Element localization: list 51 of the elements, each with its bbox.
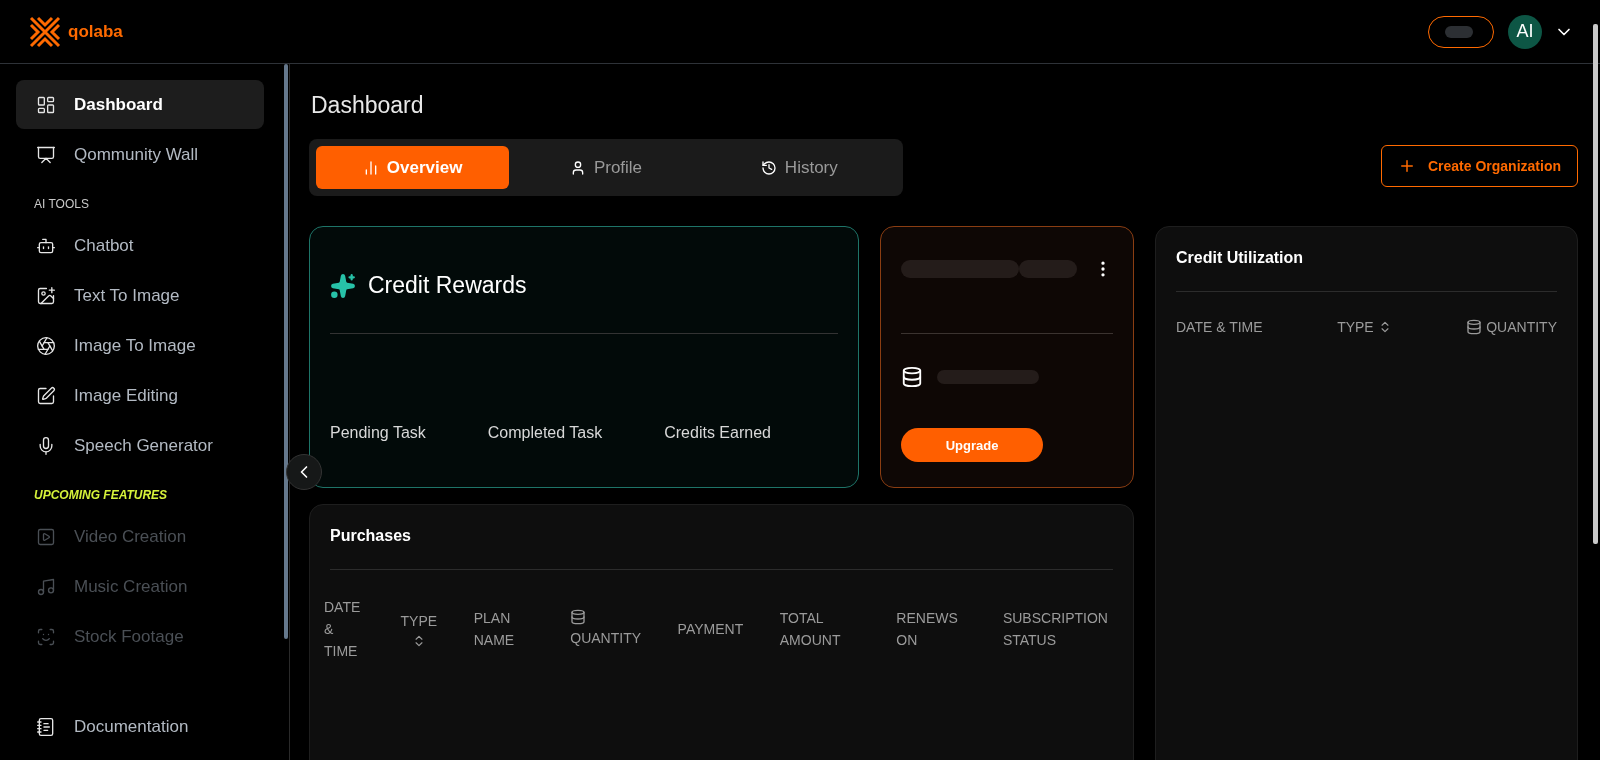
section-heading: UPCOMING FEATURES	[33, 487, 169, 504]
history-icon	[760, 159, 777, 176]
logo-text: qolaba	[68, 21, 123, 42]
sidebar-item[interactable]: Image Editing	[16, 371, 264, 420]
stat-label: Pending Task	[330, 424, 426, 442]
scrollbar[interactable]	[1593, 24, 1598, 544]
sidebar-item[interactable]: Chatbot	[16, 221, 264, 270]
card-title: Credit Rewards	[368, 272, 527, 299]
database-icon	[570, 609, 587, 625]
logo-icon	[28, 14, 62, 49]
scrollbar[interactable]	[284, 64, 288, 639]
scan-face-icon	[36, 626, 56, 647]
sparkles-icon	[330, 272, 356, 299]
music-note-icon	[36, 576, 56, 597]
sidebar-item[interactable]: Qommunity Wall	[16, 130, 264, 179]
image-plus-icon	[36, 285, 56, 306]
aperture-icon	[36, 335, 56, 356]
notebook-icon	[36, 716, 56, 737]
database-icon	[901, 366, 923, 388]
column-header: TYPE	[1337, 318, 1374, 337]
column-header: DATE & TIME	[1176, 318, 1263, 337]
pen-square-icon	[36, 385, 56, 406]
column-header: SUBSCRIPTION STATUS	[1002, 609, 1109, 650]
column-header: TYPE	[400, 612, 438, 631]
collapse-sidebar-button[interactable]	[286, 454, 322, 490]
tab[interactable]: History	[702, 146, 896, 189]
tab[interactable]: Profile	[509, 146, 703, 189]
play-square-icon	[36, 526, 56, 547]
sidebar-item[interactable]: Documentation	[16, 702, 264, 751]
column-header: TOTAL AMOUNT	[779, 609, 842, 650]
sidebar-item[interactable]: Dashboard	[16, 80, 264, 129]
sidebar-item[interactable]: Text To Image	[16, 271, 264, 320]
create-organization-button[interactable]: Create Organization	[1380, 145, 1578, 187]
column-header: QUANTITY	[1486, 318, 1557, 337]
stat-label: Credits Earned	[664, 424, 771, 442]
page-title: Dashboard	[311, 92, 425, 119]
user-avatar[interactable]: AI	[1508, 14, 1542, 49]
presentation-board-icon	[36, 144, 56, 165]
column-header: PAYMENT	[677, 620, 744, 639]
database-icon	[1466, 319, 1483, 335]
dashboard-icon	[36, 94, 56, 115]
stat-label: Completed Task	[487, 424, 603, 442]
column-header: PLAN NAME	[473, 609, 516, 650]
panel-title: Credit Utilization	[1176, 249, 1305, 267]
sidebar-item[interactable]: Speech Generator	[16, 421, 264, 470]
column-header: RENEWS ON	[896, 609, 959, 650]
column-header: DATE & TIME	[324, 598, 362, 661]
panel-title: Purchases	[330, 527, 412, 545]
sidebar-item[interactable]: Image To Image	[16, 321, 264, 370]
column-header: QUANTITY	[570, 629, 642, 648]
section-heading: AI TOOLS	[33, 196, 90, 213]
